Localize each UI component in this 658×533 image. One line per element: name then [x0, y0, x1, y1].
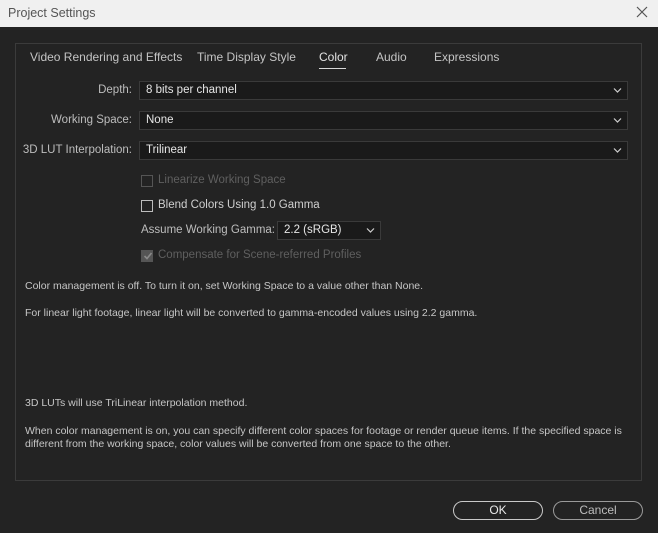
lut-interpolation-value: Trilinear [146, 144, 188, 156]
color-space-info-text: When color management is on, you can spe… [25, 425, 622, 450]
assume-gamma-value: 2.2 (sRGB) [284, 224, 342, 236]
chevron-down-icon [613, 148, 622, 153]
tab-expressions[interactable]: Expressions [434, 50, 499, 64]
linear-light-info-text: For linear light footage, linear light w… [25, 307, 478, 319]
title-bar: Project Settings [0, 0, 658, 27]
tab-color[interactable]: Color [319, 50, 348, 64]
cancel-button[interactable]: Cancel [553, 501, 643, 520]
working-space-label: Working Space: [51, 114, 132, 126]
tab-time-display-style[interactable]: Time Display Style [197, 50, 296, 64]
lut-interpolation-label: 3D LUT Interpolation: [22, 144, 132, 156]
chevron-down-icon [366, 228, 375, 233]
compensate-checkbox[interactable] [141, 250, 153, 262]
depth-dropdown[interactable]: 8 bits per channel [139, 81, 628, 100]
settings-panel [15, 43, 642, 481]
working-space-value: None [146, 114, 174, 126]
assume-gamma-label: Assume Working Gamma: [141, 224, 275, 236]
depth-label: Depth: [98, 84, 132, 96]
blend-colors-checkbox[interactable] [141, 200, 153, 212]
assume-gamma-dropdown[interactable]: 2.2 (sRGB) [277, 221, 381, 240]
chevron-down-icon [613, 88, 622, 93]
lut-info-text: 3D LUTs will use TriLinear interpolation… [25, 397, 248, 409]
chevron-down-icon [613, 118, 622, 123]
checkmark-icon [143, 252, 153, 260]
close-icon[interactable] [634, 4, 650, 20]
linearize-checkbox[interactable] [141, 175, 153, 187]
tab-video-rendering-and-effects[interactable]: Video Rendering and Effects [30, 50, 182, 64]
blend-colors-label: Blend Colors Using 1.0 Gamma [158, 199, 320, 211]
tab-audio[interactable]: Audio [376, 50, 407, 64]
window-title: Project Settings [8, 6, 96, 20]
ok-button[interactable]: OK [453, 501, 543, 520]
compensate-label: Compensate for Scene-referred Profiles [158, 249, 362, 261]
depth-value: 8 bits per channel [146, 84, 237, 96]
working-space-dropdown[interactable]: None [139, 111, 628, 130]
linearize-label: Linearize Working Space [158, 174, 286, 186]
active-tab-indicator [319, 68, 346, 69]
lut-interpolation-dropdown[interactable]: Trilinear [139, 141, 628, 160]
color-management-status-text: Color management is off. To turn it on, … [25, 280, 424, 292]
